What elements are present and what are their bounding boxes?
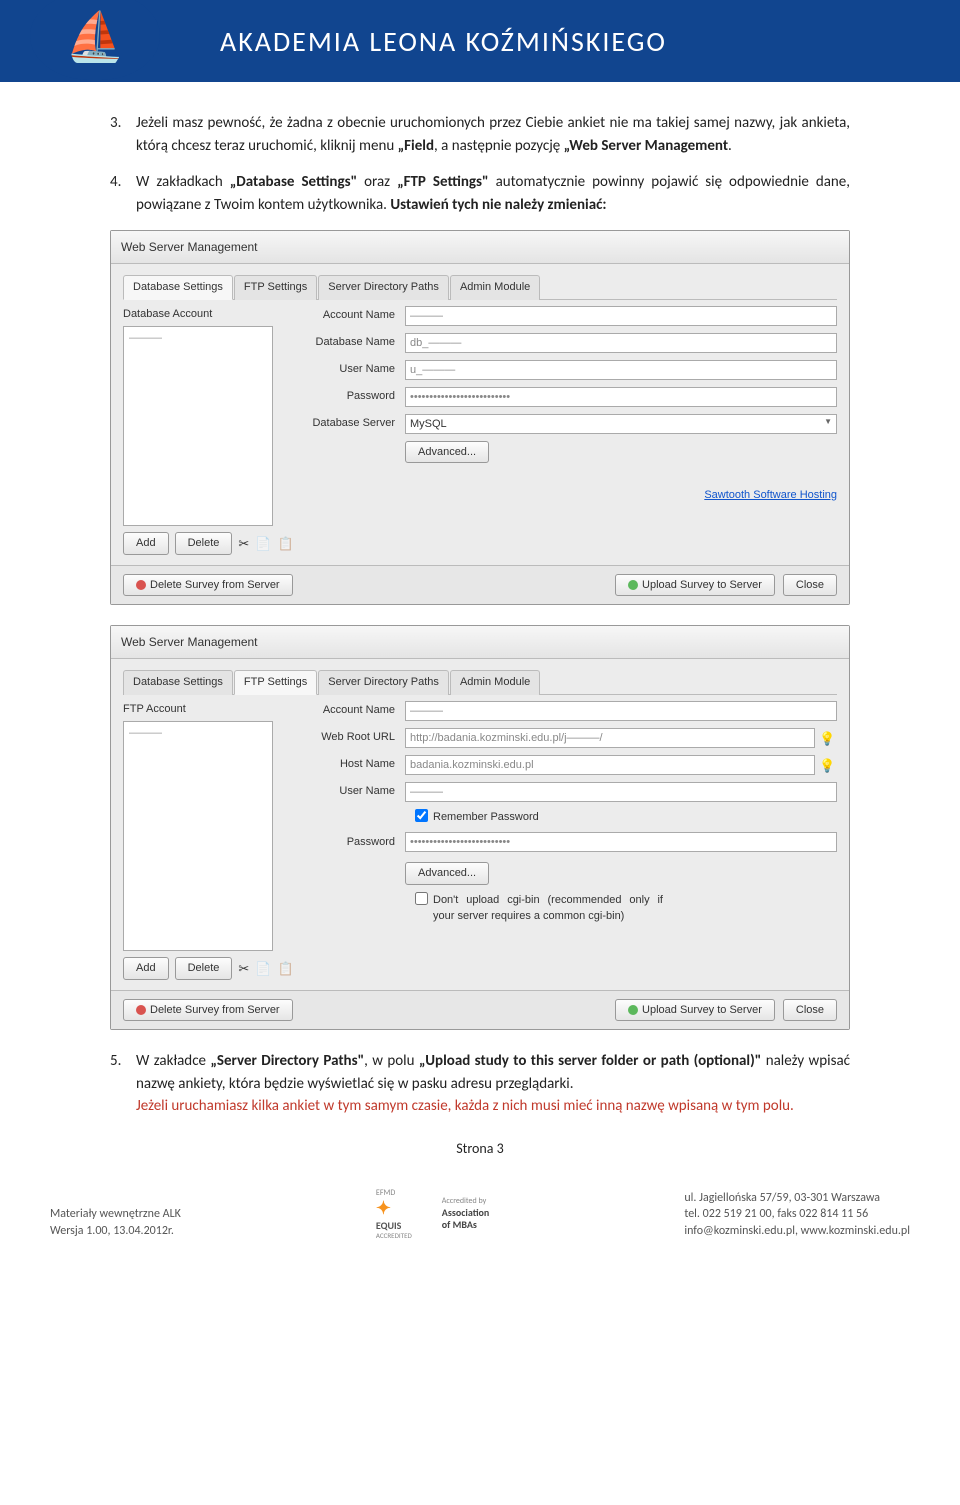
dialog-db-settings: Web Server Management Database Settings … [110,230,850,605]
tabs: Database Settings FTP Settings Server Di… [123,669,837,695]
paragraph-3: 3. Jeżeli masz pewność, że żadna z obecn… [110,112,850,157]
user-name-input[interactable]: u_——— [405,360,837,380]
hint-icon[interactable]: 💡 [819,729,837,747]
add-button[interactable]: Add [123,532,169,555]
ship-icon: ⛵ [65,7,125,66]
tabs: Database Settings FTP Settings Server Di… [123,274,837,300]
close-button[interactable]: Close [783,999,837,1022]
delete-from-server-button[interactable]: Delete Survey from Server [123,574,293,597]
cut-icon[interactable]: ✂ [238,959,249,979]
tab-ftp-settings[interactable]: FTP Settings [234,670,317,695]
web-root-url-input[interactable]: http://badania.kozminski.edu.pl/j———/ [405,728,815,748]
chevron-down-icon: ▼ [824,416,832,428]
footer-version: Wersja 1.00, 13.04.2012r. [50,1223,181,1240]
tab-admin-module[interactable]: Admin Module [450,275,540,300]
plus-icon [628,580,638,590]
tab-server-directory-paths[interactable]: Server Directory Paths [318,275,449,300]
dialog-ftp-settings: Web Server Management Database Settings … [110,625,850,1030]
upload-to-server-button[interactable]: Upload Survey to Server [615,574,775,597]
database-name-input[interactable]: db_——— [405,333,837,353]
amba-logo: Accredited by Association of MBAs [442,1197,490,1231]
host-name-input[interactable]: badania.kozminski.edu.pl [405,755,815,775]
hosting-link[interactable]: Sawtooth Software Hosting [704,489,837,501]
list-item[interactable]: ——— [129,330,267,347]
account-listbox[interactable]: ——— [123,721,273,951]
minus-icon [136,580,146,590]
paragraph-5: 5. W zakładce „Server Directory Paths", … [110,1050,850,1118]
page-number: Strona 3 [110,1138,850,1159]
dialog-title: Web Server Management [111,626,849,659]
cut-icon[interactable]: ✂ [238,534,249,554]
tab-database-settings[interactable]: Database Settings [123,275,233,300]
password-input[interactable]: •••••••••••••••••••••••••• [405,387,837,407]
header-title: AKADEMIA LEONA KOŹMIŃSKIEGO [220,24,667,59]
page-footer: Materiały wewnętrzne ALK Wersja 1.00, 13… [0,1179,960,1261]
advanced-button[interactable]: Advanced... [405,441,489,464]
database-server-select[interactable]: MySQL▼ [405,414,837,434]
tab-server-directory-paths[interactable]: Server Directory Paths [318,670,449,695]
tab-database-settings[interactable]: Database Settings [123,670,233,695]
account-name-input[interactable]: ——— [405,306,837,326]
page-header: ⛵ AKADEMIA LEONA KOŹMIŃSKIEGO [0,0,960,82]
advanced-button[interactable]: Advanced... [405,862,489,885]
group-label: Database Account [123,306,273,323]
paste-icon[interactable]: 📋 [277,534,293,554]
tab-ftp-settings[interactable]: FTP Settings [234,275,317,300]
paste-icon[interactable]: 📋 [277,959,293,979]
group-label: FTP Account [123,701,273,718]
delete-button[interactable]: Delete [175,532,233,555]
tab-admin-module[interactable]: Admin Module [450,670,540,695]
logo: ⛵ [30,0,160,80]
upload-to-server-button[interactable]: Upload Survey to Server [615,999,775,1022]
account-name-input[interactable]: ——— [405,701,837,721]
hint-icon[interactable]: 💡 [819,756,837,774]
password-input[interactable]: •••••••••••••••••••••••••• [405,832,837,852]
plus-icon [628,1005,638,1015]
close-button[interactable]: Close [783,574,837,597]
remember-password-checkbox[interactable] [415,809,428,822]
paragraph-4: 4. W zakładkach „Database Settings" oraz… [110,171,850,216]
delete-button[interactable]: Delete [175,957,233,980]
dialog-title: Web Server Management [111,231,849,264]
list-item[interactable]: ——— [129,725,267,742]
add-button[interactable]: Add [123,957,169,980]
user-name-input[interactable]: ——— [405,782,837,802]
copy-icon[interactable]: 📄 [255,959,271,979]
account-listbox[interactable]: ——— [123,326,273,526]
equis-logo: EFMD ✦ EQUIS ACCREDITED [376,1189,412,1241]
footer-material-note: Materiały wewnętrzne ALK [50,1206,181,1223]
delete-from-server-button[interactable]: Delete Survey from Server [123,999,293,1022]
minus-icon [136,1005,146,1015]
copy-icon[interactable]: 📄 [255,534,271,554]
dont-upload-cgi-checkbox[interactable] [415,892,428,905]
footer-address: ul. Jagiellońska 57/59, 03-301 Warszawa … [684,1190,910,1240]
